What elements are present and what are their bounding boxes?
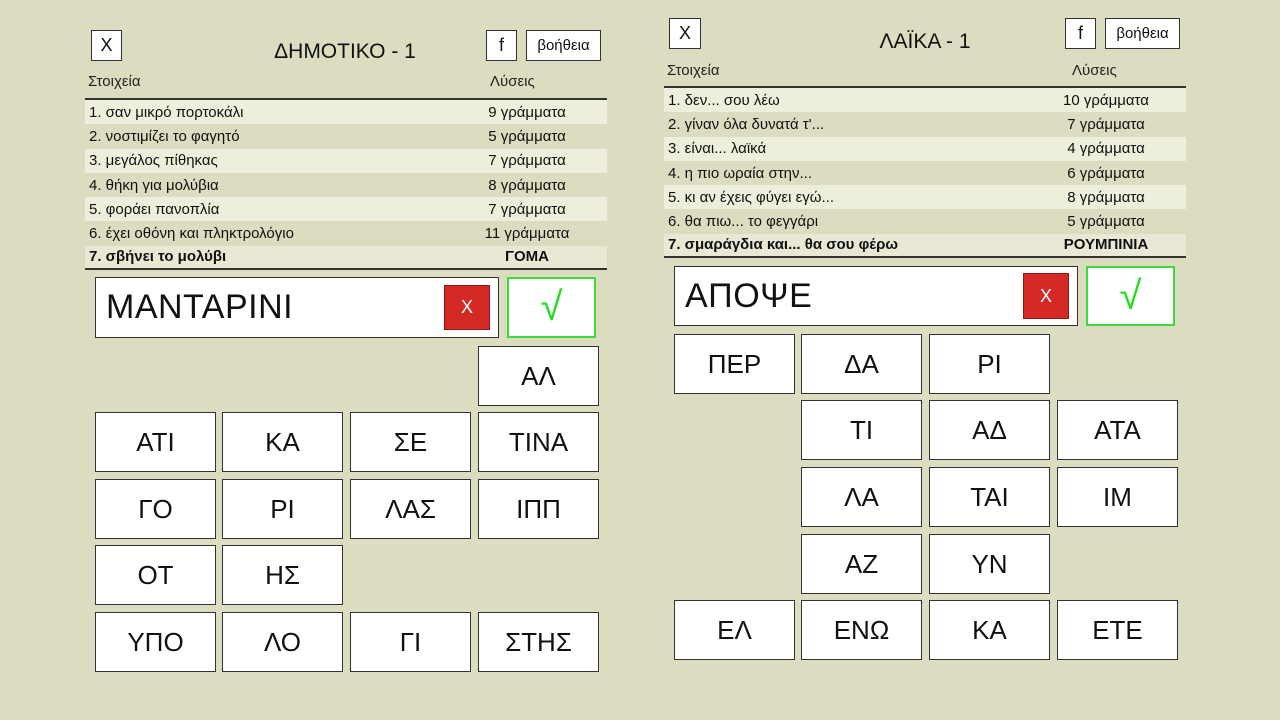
left-clear-button[interactable]: X bbox=[444, 285, 490, 330]
clue-row: 2. γίναν όλα δυνατά τ'... 7 γράμματα bbox=[664, 112, 1186, 136]
syllable-tile[interactable]: ΕΛ bbox=[674, 600, 795, 660]
left-close-button[interactable]: X bbox=[91, 30, 122, 61]
clue-row: 1. δεν... σου λέω 10 γράμματα bbox=[664, 88, 1186, 113]
clue-solution: ΓΟΜΑ bbox=[504, 248, 549, 266]
syllable-tile[interactable]: ΣΕ bbox=[350, 412, 471, 472]
clue-text: 7. σμαράγδια και... θα σου φέρω bbox=[668, 236, 899, 254]
right-answer-text: ΑΠΟΨΕ bbox=[685, 276, 813, 315]
syllable-tile[interactable]: ΡΙ bbox=[929, 334, 1050, 394]
syllable-tile[interactable]: ΛΟ bbox=[222, 612, 343, 672]
clue-row-active: 7. σβήνει το μολύβι ΓΟΜΑ bbox=[85, 245, 607, 271]
syllable-tile[interactable]: ΤΙΝΑ bbox=[478, 412, 599, 472]
syllable-tile[interactable]: ΚΑ bbox=[222, 412, 343, 472]
right-clues-header: Στοιχεία bbox=[667, 62, 720, 79]
clue-row: 4. θήκη για μολύβια 8 γράμματα bbox=[85, 173, 607, 197]
syllable-tile[interactable]: ΙΜ bbox=[1057, 467, 1178, 527]
syllable-tile[interactable]: ΛΑ bbox=[801, 467, 922, 527]
clue-solution: 9 γράμματα bbox=[488, 103, 566, 121]
left-answer-text: ΜΑΝΤΑΡΙΝΙ bbox=[106, 288, 294, 326]
left-clue-table: 1. σαν μικρό πορτοκάλι 9 γράμματα 2. νοστ… bbox=[85, 98, 607, 271]
left-facebook-button[interactable]: f bbox=[486, 30, 517, 61]
syllable-tile[interactable]: ΕΤΕ bbox=[1057, 600, 1178, 660]
syllable-tile[interactable]: ΗΣ bbox=[222, 545, 343, 605]
right-clue-table: 1. δεν... σου λέω 10 γράμματα 2. γίναν όλ… bbox=[664, 86, 1186, 259]
syllable-tile[interactable]: ΑΖ bbox=[801, 534, 922, 594]
clue-row: 1. σαν μικρό πορτοκάλι 9 γράμματα bbox=[85, 100, 607, 125]
clue-row: 3. είναι... λαϊκά 4 γράμματα bbox=[664, 136, 1186, 161]
clue-text: 2. γίναν όλα δυνατά τ'... bbox=[668, 115, 825, 133]
clue-solution: ΡΟΥΜΠΙΝΙΑ bbox=[1063, 236, 1149, 254]
syllable-tile[interactable]: ΥΠΟ bbox=[95, 612, 216, 672]
clue-row: 6. θα πιω... το φεγγάρι 5 γράμματα bbox=[664, 209, 1186, 233]
syllable-tile[interactable]: ΟΤ bbox=[95, 545, 216, 605]
clue-text: 4. θήκη για μολύβια bbox=[89, 176, 219, 194]
right-answer-field[interactable]: ΑΠΟΨΕ X bbox=[674, 266, 1078, 326]
syllable-tile[interactable]: ΤΑΙ bbox=[929, 467, 1050, 527]
clue-row: 3. μεγάλος πίθηκας 7 γράμματα bbox=[85, 148, 607, 173]
left-help-button[interactable]: βοήθεια bbox=[526, 30, 601, 61]
syllable-tile[interactable]: ΚΑ bbox=[929, 600, 1050, 660]
syllable-tile[interactable]: ΤΙ bbox=[801, 400, 922, 460]
clue-text: 3. είναι... λαϊκά bbox=[668, 140, 767, 158]
clue-row: 5. κι αν έχεις φύγει εγώ... 8 γράμματα bbox=[664, 185, 1186, 210]
clue-solution: 7 γράμματα bbox=[488, 152, 566, 170]
clue-solution: 6 γράμματα bbox=[1067, 164, 1145, 182]
syllable-tile[interactable]: ΑΤΑ bbox=[1057, 400, 1178, 460]
syllable-tile[interactable]: ΠΕΡ bbox=[674, 334, 795, 394]
clue-solution: 4 γράμματα bbox=[1067, 140, 1145, 158]
right-level-title: ΛΑΪΚΑ - 1 bbox=[879, 30, 971, 53]
syllable-tile[interactable]: ΛΑΣ bbox=[350, 479, 471, 539]
clue-text: 4. η πιο ωραία στην... bbox=[668, 164, 812, 182]
clue-solution: 11 γράμματα bbox=[484, 225, 570, 243]
clue-text: 6. θα πιω... το φεγγάρι bbox=[668, 213, 819, 231]
clue-solution: 7 γράμματα bbox=[1067, 115, 1145, 133]
clue-solution: 8 γράμματα bbox=[1067, 188, 1145, 206]
syllable-tile[interactable]: ΙΠΠ bbox=[478, 479, 599, 539]
clue-text: 7. σβήνει το μολύβι bbox=[89, 248, 227, 266]
clue-text: 2. νοστιμίζει το φαγητό bbox=[89, 127, 240, 145]
clue-text: 1. σαν μικρό πορτοκάλι bbox=[89, 103, 244, 121]
clue-row: 6. έχει οθόνη και πληκτρολόγιο 11 γράμματ… bbox=[85, 221, 607, 245]
left-level-title: ΔΗΜΟΤΙΚΟ - 1 bbox=[274, 40, 416, 63]
syllable-tile[interactable]: ΑΔ bbox=[929, 400, 1050, 460]
right-clear-button[interactable]: X bbox=[1023, 273, 1069, 319]
left-solutions-header: Λύσεις bbox=[490, 73, 535, 90]
clue-text: 5. κι αν έχεις φύγει εγώ... bbox=[668, 188, 835, 206]
syllable-tile[interactable]: ΣΤΗΣ bbox=[478, 612, 599, 672]
syllable-tile[interactable]: ΕΝΩ bbox=[801, 600, 922, 660]
right-close-button[interactable]: X bbox=[669, 18, 701, 49]
right-check-button[interactable]: √ bbox=[1086, 266, 1175, 326]
right-help-button[interactable]: βοήθεια bbox=[1105, 18, 1180, 49]
syllable-tile[interactable]: ΑΤΙ bbox=[95, 412, 216, 472]
syllable-tile[interactable]: ΑΛ bbox=[478, 346, 599, 406]
clue-solution: 5 γράμματα bbox=[488, 127, 566, 145]
clue-row-active: 7. σμαράγδια και... θα σου φέρω ΡΟΥΜΠΙΝΙΑ bbox=[664, 233, 1186, 259]
syllable-tile[interactable]: ΥΝ bbox=[929, 534, 1050, 594]
clue-solution: 8 γράμματα bbox=[488, 176, 566, 194]
left-clues-header: Στοιχεία bbox=[88, 73, 141, 90]
right-solutions-header: Λύσεις bbox=[1072, 62, 1117, 79]
syllable-tile[interactable]: ΓΙ bbox=[350, 612, 471, 672]
syllable-tile[interactable]: ΓΟ bbox=[95, 479, 216, 539]
clue-solution: 10 γράμματα bbox=[1063, 91, 1149, 109]
check-mark-icon: √ bbox=[1119, 273, 1142, 318]
clue-row: 2. νοστιμίζει το φαγητό 5 γράμματα bbox=[85, 124, 607, 148]
check-mark-icon: √ bbox=[540, 285, 563, 329]
clue-text: 5. φοράει πανοπλία bbox=[89, 200, 220, 218]
clue-row: 4. η πιο ωραία στην... 6 γράμματα bbox=[664, 161, 1186, 185]
clue-text: 3. μεγάλος πίθηκας bbox=[89, 152, 218, 170]
clue-row: 5. φοράει πανοπλία 7 γράμματα bbox=[85, 197, 607, 222]
right-facebook-button[interactable]: f bbox=[1065, 18, 1096, 49]
left-check-button[interactable]: √ bbox=[507, 277, 596, 338]
syllable-tile[interactable]: ΔΑ bbox=[801, 334, 922, 394]
clue-solution: 5 γράμματα bbox=[1067, 213, 1145, 231]
clue-text: 6. έχει οθόνη και πληκτρολόγιο bbox=[89, 225, 294, 243]
left-answer-field[interactable]: ΜΑΝΤΑΡΙΝΙ X bbox=[95, 277, 499, 338]
clue-text: 1. δεν... σου λέω bbox=[668, 91, 780, 109]
syllable-tile[interactable]: ΡΙ bbox=[222, 479, 343, 539]
clue-solution: 7 γράμματα bbox=[488, 200, 566, 218]
